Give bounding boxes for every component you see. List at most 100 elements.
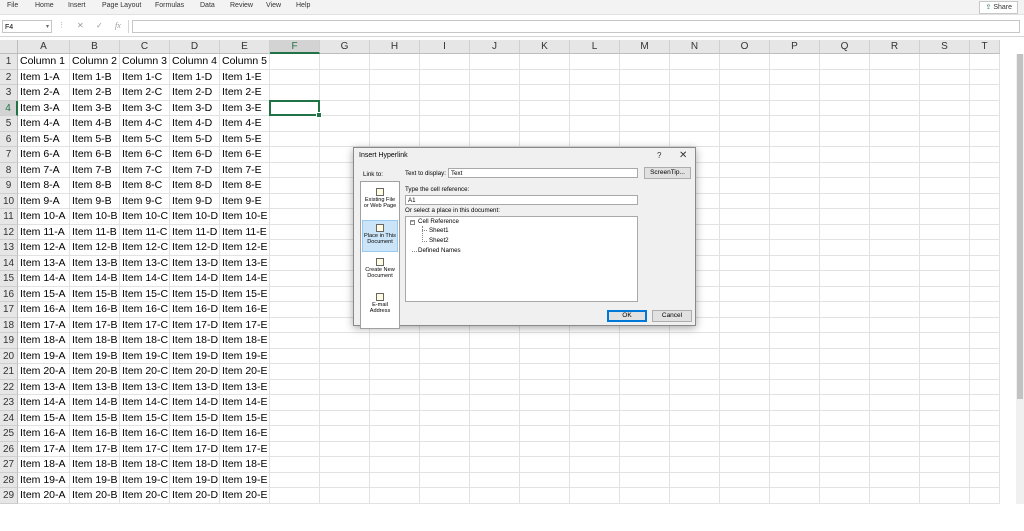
column-header-c[interactable]: C [120,40,170,54]
cell-p15[interactable] [770,271,820,287]
cell-i22[interactable] [420,379,470,395]
cell-r4[interactable] [870,100,920,116]
cell-e4[interactable]: Item 3-E [220,100,270,116]
cell-s7[interactable] [920,147,970,163]
cell-b1[interactable]: Column 2 [70,54,120,70]
row-header[interactable]: 19 [0,333,18,349]
cell-b7[interactable]: Item 6-B [70,147,120,163]
cell-s1[interactable] [920,54,970,70]
cell-k29[interactable] [520,488,570,504]
vertical-scrollbar[interactable] [1016,54,1024,504]
cell-g19[interactable] [320,333,370,349]
cell-p1[interactable] [770,54,820,70]
cell-f17[interactable] [270,302,320,318]
row-header[interactable]: 15 [0,271,18,287]
cell-k28[interactable] [520,472,570,488]
cell-a29[interactable]: Item 20-A [18,488,70,504]
cell-o12[interactable] [720,224,770,240]
row-header[interactable]: 18 [0,317,18,333]
cell-j2[interactable] [470,69,520,85]
cell-p12[interactable] [770,224,820,240]
cell-k24[interactable] [520,410,570,426]
cell-o3[interactable] [720,85,770,101]
cell-t2[interactable] [970,69,1000,85]
cell-o17[interactable] [720,302,770,318]
cell-c2[interactable]: Item 1-C [120,69,170,85]
cell-c24[interactable]: Item 15-C [120,410,170,426]
cell-t18[interactable] [970,317,1000,333]
cell-m2[interactable] [620,69,670,85]
cell-e22[interactable]: Item 13-E [220,379,270,395]
cell-s26[interactable] [920,441,970,457]
row-header[interactable]: 8 [0,162,18,178]
cell-b2[interactable]: Item 1-B [70,69,120,85]
cell-d16[interactable]: Item 15-D [170,286,220,302]
cell-l23[interactable] [570,395,620,411]
cell-r26[interactable] [870,441,920,457]
cell-l27[interactable] [570,457,620,473]
cell-f19[interactable] [270,333,320,349]
cell-g22[interactable] [320,379,370,395]
cell-f18[interactable] [270,317,320,333]
cell-q15[interactable] [820,271,870,287]
cell-o22[interactable] [720,379,770,395]
cell-s17[interactable] [920,302,970,318]
cell-m25[interactable] [620,426,670,442]
cell-n3[interactable] [670,85,720,101]
close-icon[interactable]: ✕ [679,150,687,161]
select-all-corner[interactable] [0,40,18,54]
cell-d9[interactable]: Item 8-D [170,178,220,194]
cell-r1[interactable] [870,54,920,70]
cell-e17[interactable]: Item 16-E [220,302,270,318]
cell-g6[interactable] [320,131,370,147]
cell-s8[interactable] [920,162,970,178]
cell-e9[interactable]: Item 8-E [220,178,270,194]
cell-j23[interactable] [470,395,520,411]
cell-p5[interactable] [770,116,820,132]
cell-g29[interactable] [320,488,370,504]
cell-k6[interactable] [520,131,570,147]
cell-t24[interactable] [970,410,1000,426]
cell-s27[interactable] [920,457,970,473]
scrollbar-thumb[interactable] [1017,54,1023,399]
cell-r20[interactable] [870,348,920,364]
cell-q1[interactable] [820,54,870,70]
cell-o27[interactable] [720,457,770,473]
cell-j20[interactable] [470,348,520,364]
cell-k5[interactable] [520,116,570,132]
cell-r10[interactable] [870,193,920,209]
tab-home[interactable]: Home [35,2,54,9]
cell-h28[interactable] [370,472,420,488]
cell-c16[interactable]: Item 15-C [120,286,170,302]
cell-c15[interactable]: Item 14-C [120,271,170,287]
cell-s5[interactable] [920,116,970,132]
cell-f1[interactable] [270,54,320,70]
cell-a27[interactable]: Item 18-A [18,457,70,473]
cell-o15[interactable] [720,271,770,287]
cell-j1[interactable] [470,54,520,70]
cell-r13[interactable] [870,240,920,256]
cell-a8[interactable]: Item 7-A [18,162,70,178]
cell-s6[interactable] [920,131,970,147]
cell-b11[interactable]: Item 10-B [70,209,120,225]
cell-d24[interactable]: Item 15-D [170,410,220,426]
tree-cell-reference[interactable]: Cell Reference [418,218,459,225]
link-place-in-document[interactable]: Place in This Document [362,220,398,252]
cell-l26[interactable] [570,441,620,457]
tab-review[interactable]: Review [230,2,253,9]
cell-e1[interactable]: Column 5 [220,54,270,70]
cell-p10[interactable] [770,193,820,209]
cell-o10[interactable] [720,193,770,209]
column-header-p[interactable]: P [770,40,820,54]
row-header[interactable]: 26 [0,441,18,457]
cell-d10[interactable]: Item 9-D [170,193,220,209]
cell-f5[interactable] [270,116,320,132]
cell-r11[interactable] [870,209,920,225]
cell-s19[interactable] [920,333,970,349]
cell-c9[interactable]: Item 8-C [120,178,170,194]
cell-l25[interactable] [570,426,620,442]
cell-t26[interactable] [970,441,1000,457]
cell-o4[interactable] [720,100,770,116]
insert-function-icon[interactable]: fx [115,21,121,30]
row-header[interactable]: 22 [0,379,18,395]
